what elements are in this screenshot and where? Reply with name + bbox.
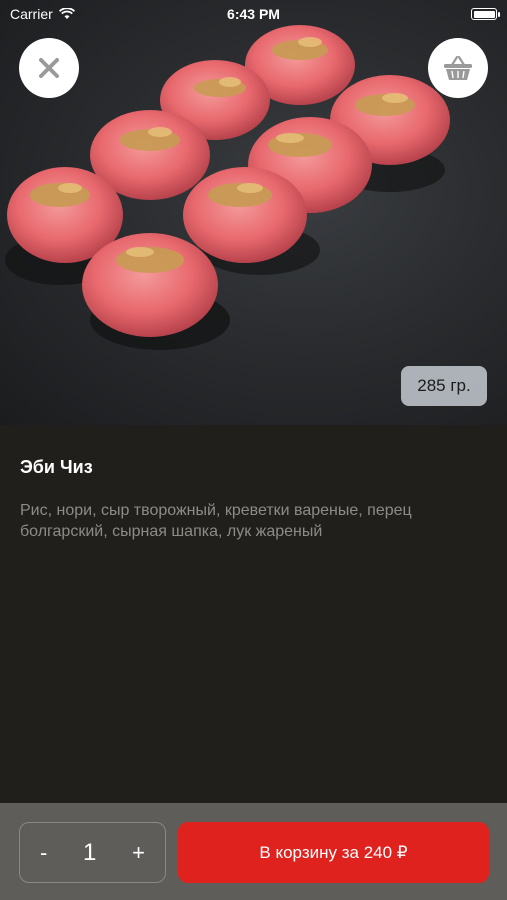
status-bar: Carrier 6:43 PM xyxy=(0,0,507,28)
basket-icon xyxy=(444,55,472,80)
product-details: Эби Чиз Рис, нори, сыр творожный, кревет… xyxy=(0,425,507,803)
quantity-value: 1 xyxy=(83,838,97,866)
increment-button[interactable]: + xyxy=(132,840,145,866)
product-image: Carrier 6:43 PM 285 гр. xyxy=(0,0,507,425)
product-title: Эби Чиз xyxy=(20,457,93,477)
product-description: Рис, нори, сыр творожный, креветки варен… xyxy=(20,502,412,540)
add-to-cart-button[interactable]: В корзину за 240 ₽ xyxy=(178,822,489,883)
weight-badge: 285 гр. xyxy=(401,366,487,406)
decrement-button[interactable]: - xyxy=(40,840,47,866)
battery-icon xyxy=(471,8,500,20)
quantity-stepper: - 1 + xyxy=(19,822,166,883)
close-button[interactable] xyxy=(19,38,79,98)
status-time: 6:43 PM xyxy=(227,6,280,22)
close-icon xyxy=(39,58,59,78)
cart-bar: - 1 + В корзину за 240 ₽ xyxy=(0,803,507,900)
basket-button[interactable] xyxy=(428,38,488,98)
